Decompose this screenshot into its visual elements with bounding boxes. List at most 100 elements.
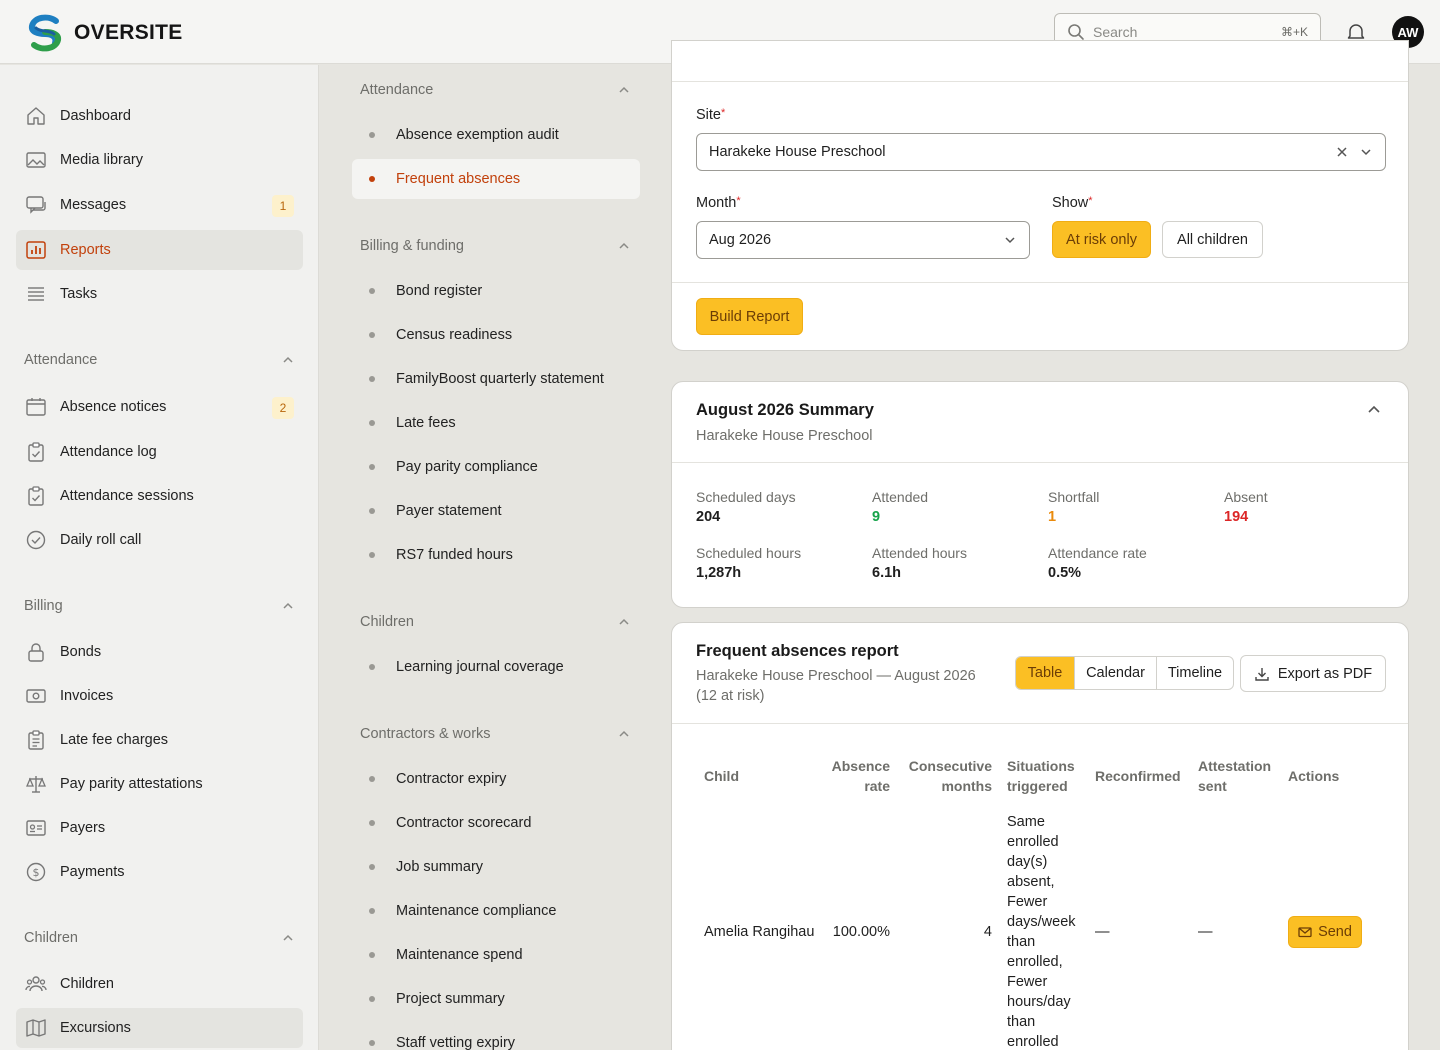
image-icon <box>24 148 48 172</box>
report-link[interactable]: Maintenance compliance <box>352 891 640 931</box>
report-link-label: Learning journal coverage <box>396 659 564 675</box>
report-link[interactable]: Learning journal coverage <box>352 647 640 687</box>
section-title: Billing <box>24 598 63 614</box>
scale-icon <box>24 772 48 796</box>
column-header-consecutive-months[interactable]: Consecutive months <box>902 756 992 796</box>
sidebar-item-pay-parity-attestations[interactable]: Pay parity attestations <box>16 764 303 804</box>
site-select[interactable]: Harakeke House Preschool <box>696 133 1386 171</box>
sidebar-item-payers[interactable]: Payers <box>16 808 303 848</box>
chevron-up-icon[interactable] <box>1366 402 1382 418</box>
home-icon <box>24 104 48 128</box>
column-header-child[interactable]: Child <box>704 766 739 786</box>
sidebar-item-label: Pay parity attestations <box>60 776 203 792</box>
reports-section-billing[interactable]: Billing & funding <box>360 238 631 254</box>
report-link[interactable]: Job summary <box>352 847 640 887</box>
sidebar-section-attendance[interactable]: Attendance <box>24 352 295 368</box>
report-link[interactable]: Bond register <box>352 271 640 311</box>
column-header-attestation-sent[interactable]: Attestation sent <box>1198 756 1271 796</box>
sidebar-item-attendance-log[interactable]: Attendance log <box>16 432 303 472</box>
dollar-circle-icon: $ <box>24 860 48 884</box>
show-all-children-button[interactable]: All children <box>1162 221 1263 258</box>
sidebar-item-dashboard[interactable]: Dashboard <box>16 96 303 136</box>
report-link[interactable]: Late fees <box>352 403 640 443</box>
export-pdf-button[interactable]: Export as PDF <box>1240 655 1386 692</box>
sidebar-section-billing[interactable]: Billing <box>24 598 295 614</box>
sidebar-item-reports[interactable]: Reports <box>16 230 303 270</box>
report-link[interactable]: Maintenance spend <box>352 935 640 975</box>
report-link[interactable]: FamilyBoost quarterly statement <box>352 359 640 399</box>
month-select[interactable]: Aug 2026 <box>696 221 1030 259</box>
report-link[interactable]: Pay parity compliance <box>352 447 640 487</box>
reports-section-children[interactable]: Children <box>360 614 631 630</box>
sidebar-item-label: Invoices <box>60 688 114 704</box>
report-link-frequent-absences[interactable]: Frequent absences <box>352 159 640 199</box>
clipboard-check-icon <box>24 484 48 508</box>
column-header-situations-triggered[interactable]: Situations triggered <box>1007 756 1075 796</box>
build-report-button[interactable]: Build Report <box>696 298 803 335</box>
view-tab-calendar[interactable]: Calendar <box>1074 657 1156 689</box>
sidebar-item-payments[interactable]: $ Payments <box>16 852 303 892</box>
send-attestation-button[interactable]: Send <box>1288 916 1362 948</box>
report-link[interactable]: Contractor scorecard <box>352 803 640 843</box>
report-link[interactable]: Contractor expiry <box>352 759 640 799</box>
stat-value-absent: 194 <box>1224 509 1249 525</box>
absence-notices-badge: 2 <box>272 397 294 419</box>
stat-value-shortfall: 1 <box>1048 509 1057 525</box>
stat-label: Scheduled days <box>696 489 796 505</box>
stat-value: 204 <box>696 509 721 525</box>
sidebar-item-excursions[interactable]: Excursions <box>16 1008 303 1048</box>
sidebar-item-absence-notices[interactable]: Absence notices 2 <box>16 387 303 427</box>
report-title: Frequent absences report <box>696 642 899 660</box>
section-title: Attendance <box>360 82 434 98</box>
sidebar-item-tasks[interactable]: Tasks <box>16 274 303 314</box>
sidebar-item-attendance-sessions[interactable]: Attendance sessions <box>16 476 303 516</box>
sidebar-item-invoices[interactable]: Invoices <box>16 676 303 716</box>
summary-subtitle: Harakeke House Preschool <box>696 428 873 444</box>
report-link-label: Maintenance compliance <box>396 903 557 919</box>
view-toggle: Table Calendar Timeline <box>1015 656 1234 690</box>
map-icon <box>24 1016 48 1040</box>
sidebar-section-children[interactable]: Children <box>24 930 295 946</box>
reports-section-contractors[interactable]: Contractors & works <box>360 726 631 742</box>
sidebar-item-label: Attendance sessions <box>60 488 194 504</box>
chart-icon <box>24 238 48 262</box>
sidebar-item-label: Late fee charges <box>60 732 169 748</box>
sidebar-item-messages[interactable]: Messages 1 <box>16 185 303 225</box>
report-form-card: Site* Harakeke House Preschool Month* Au… <box>671 40 1409 351</box>
column-header-absence-rate[interactable]: Absence rate <box>822 756 890 796</box>
sidebar-item-children[interactable]: Children <box>16 964 303 1004</box>
report-link[interactable]: Absence exemption audit <box>352 115 640 155</box>
chevron-up-icon <box>283 934 293 941</box>
id-card-icon <box>24 816 48 840</box>
show-at-risk-button[interactable]: At risk only <box>1052 221 1151 258</box>
report-link[interactable]: Staff vetting expiry <box>352 1023 640 1050</box>
column-header-reconfirmed[interactable]: Reconfirmed <box>1095 766 1181 786</box>
sidebar-item-label: Messages <box>60 197 127 213</box>
report-link-label: RS7 funded hours <box>396 547 513 563</box>
report-link[interactable]: Payer statement <box>352 491 640 531</box>
section-title: Children <box>360 614 414 630</box>
report-link-label: Late fees <box>396 415 456 431</box>
divider <box>672 81 1408 82</box>
sidebar-item-media-library[interactable]: Media library <box>16 140 303 180</box>
clear-icon[interactable] <box>1335 145 1349 159</box>
report-link-label: Contractor expiry <box>396 771 507 787</box>
sidebar-item-bonds[interactable]: Bonds <box>16 632 303 672</box>
report-link[interactable]: Census readiness <box>352 315 640 355</box>
sidebar-item-late-fee-charges[interactable]: Late fee charges <box>16 720 303 760</box>
sidebar-item-daily-roll-call[interactable]: Daily roll call <box>16 520 303 560</box>
sidebar: Dashboard Media library Messages 1 Repor… <box>0 65 319 1050</box>
show-label: Show* <box>1052 195 1093 211</box>
report-link[interactable]: Project summary <box>352 979 640 1019</box>
logo[interactable]: OVERSITE <box>26 14 183 52</box>
report-at-risk-count: (12 at risk) <box>696 688 765 704</box>
report-link-label: Bond register <box>396 283 483 299</box>
reports-section-attendance[interactable]: Attendance <box>360 82 631 98</box>
messages-badge: 1 <box>272 195 294 217</box>
view-tab-timeline[interactable]: Timeline <box>1156 657 1233 689</box>
report-link[interactable]: RS7 funded hours <box>352 535 640 575</box>
cell-child[interactable]: Amelia Rangihau <box>704 922 814 942</box>
view-tab-table[interactable]: Table <box>1016 657 1074 689</box>
report-link-label: Pay parity compliance <box>396 459 538 475</box>
clipboard-check-icon <box>24 440 48 464</box>
